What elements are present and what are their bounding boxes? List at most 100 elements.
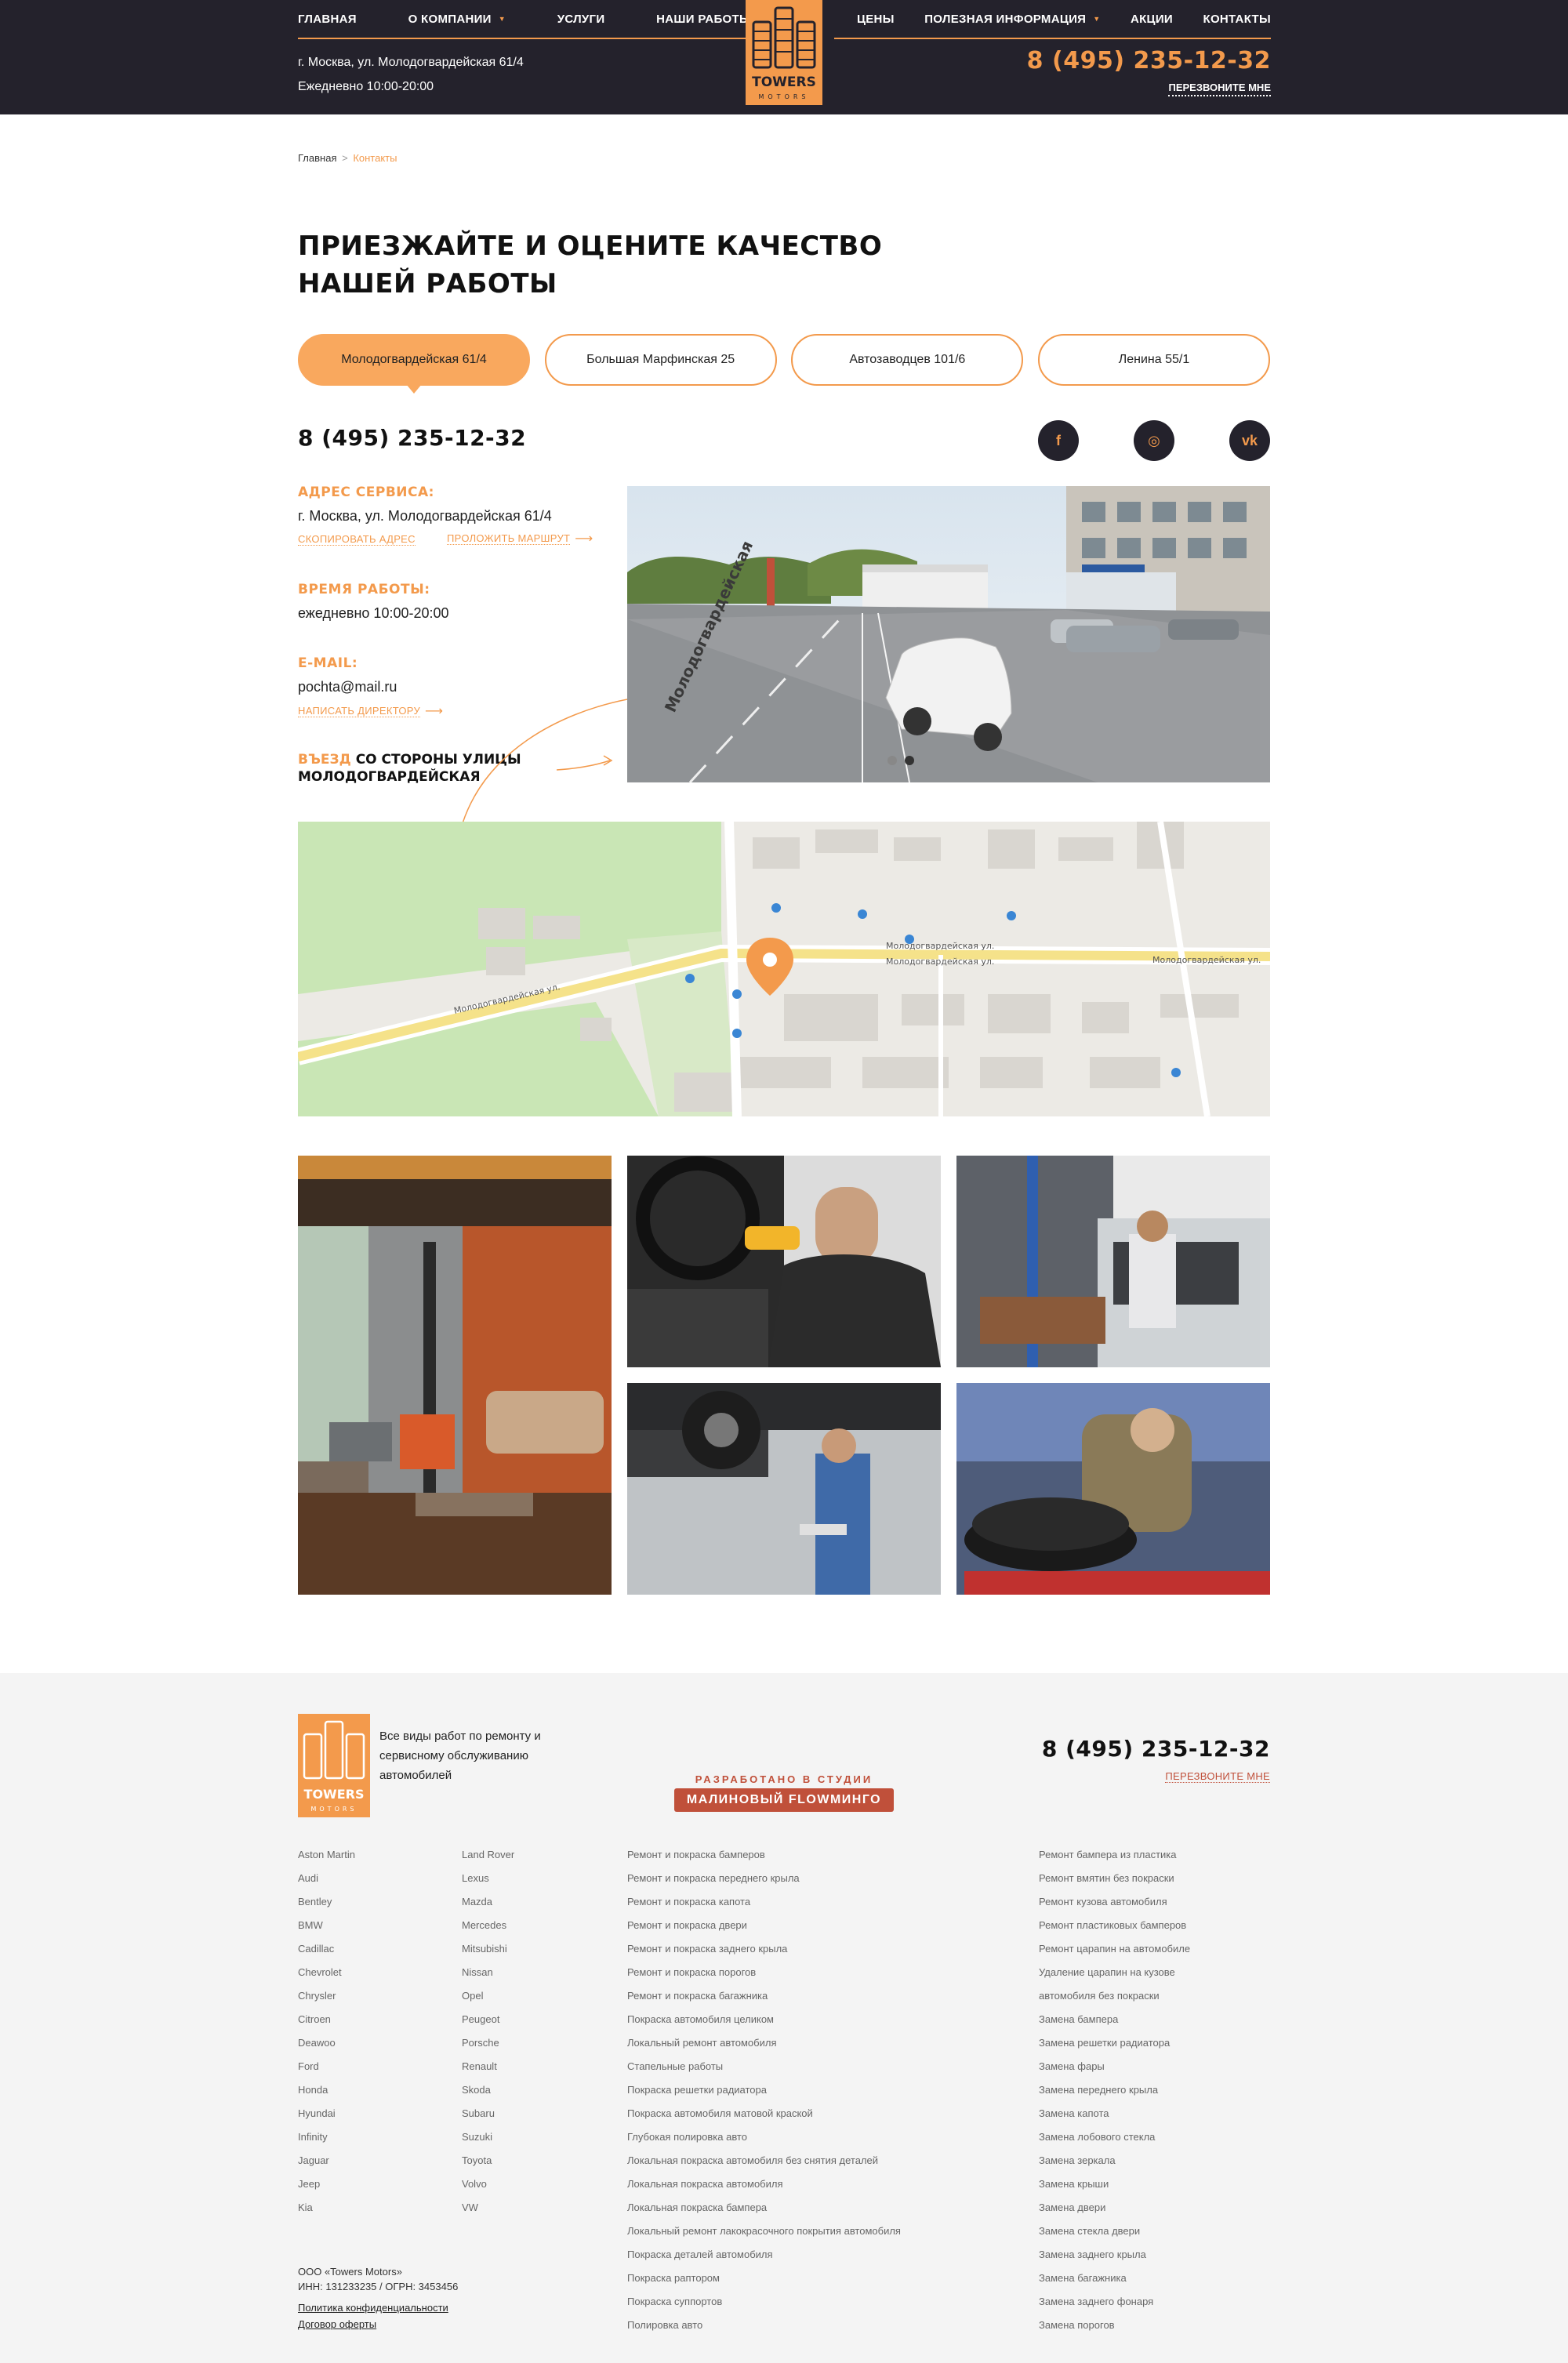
footer-link[interactable]: Ремонт и покраска капота [627, 1894, 901, 1918]
write-director-link[interactable]: НАПИСАТЬ ДИРЕКТОРУ [298, 705, 421, 717]
location-tab[interactable]: Большая Марфинская 25 [544, 334, 777, 386]
footer-link[interactable]: Audi [298, 1871, 355, 1894]
nav-item[interactable]: АКЦИИ [1131, 13, 1173, 26]
footer-link[interactable]: Покраска автомобиля матовой краской [627, 2106, 901, 2129]
email-value[interactable]: pochta@mail.ru [298, 679, 397, 695]
offer-agreement-link[interactable]: Договор оферты [298, 2318, 376, 2330]
vk-icon[interactable]: vk [1229, 420, 1270, 461]
footer-link[interactable]: Citroen [298, 2012, 355, 2035]
nav-item[interactable]: КОНТАКТЫ [1203, 13, 1270, 26]
footer-link[interactable]: Замена переднего крыла [1039, 2082, 1190, 2106]
footer-link[interactable]: Aston Martin [298, 1847, 355, 1871]
footer-link[interactable]: Infinity [298, 2129, 355, 2153]
location-tab[interactable]: Молодогвардейская 61/4 [298, 334, 530, 394]
footer-link[interactable]: Porsche [462, 2035, 514, 2059]
nav-item[interactable]: ПОЛЕЗНАЯ ИНФОРМАЦИЯ ▼ [924, 13, 1100, 26]
header-phone[interactable]: 8 (495) 235-12-32 [1027, 47, 1271, 74]
footer-link[interactable]: Ремонт и покраска багажника [627, 1988, 901, 2012]
footer-link[interactable]: Полировка авто [627, 2318, 901, 2341]
route-link-wrap[interactable]: ПРОЛОЖИТЬ МАРШРУТ ⟶ [447, 531, 593, 546]
footer-link[interactable]: Замена багажника [1039, 2270, 1190, 2294]
footer-link[interactable]: Стапельные работы [627, 2059, 901, 2082]
footer-link[interactable]: Локальная покраска автомобиля без снятия… [627, 2153, 901, 2176]
footer-link[interactable]: Ремонт кузова автомобиля [1039, 1894, 1190, 1918]
footer-link[interactable]: Skoda [462, 2082, 514, 2106]
footer-link[interactable]: Toyota [462, 2153, 514, 2176]
footer-link[interactable]: Chevrolet [298, 1965, 355, 1988]
footer-logo[interactable]: TOWERS MOTORS [298, 1714, 370, 1817]
privacy-policy-link[interactable]: Политика конфиденциальности [298, 2302, 448, 2314]
footer-link[interactable]: Deawoo [298, 2035, 355, 2059]
footer-link[interactable]: Ремонт и покраска заднего крыла [627, 1941, 901, 1965]
header-callback-link[interactable]: ПЕРЕЗВОНИТЕ МНЕ [1168, 82, 1271, 96]
footer-link[interactable]: Land Rover [462, 1847, 514, 1871]
footer-link[interactable]: Ремонт вмятин без покраски [1039, 1871, 1190, 1894]
footer-link[interactable]: Локальный ремонт лакокрасочного покрытия… [627, 2223, 901, 2247]
footer-link[interactable]: Ремонт и покраска бамперов [627, 1847, 901, 1871]
route-link[interactable]: ПРОЛОЖИТЬ МАРШРУТ [447, 532, 571, 545]
footer-link[interactable]: Замена фары [1039, 2059, 1190, 2082]
footer-callback-link[interactable]: ПЕРЕЗВОНИТЕ МНЕ [1165, 1770, 1270, 1783]
towers-logo[interactable]: TOWERS MOTORS [746, 0, 822, 105]
breadcrumb-home[interactable]: Главная [298, 152, 336, 164]
gallery-photo-lounge[interactable] [298, 1156, 612, 1595]
footer-link[interactable]: Mercedes [462, 1918, 514, 1941]
location-tab[interactable]: Ленина 55/1 [1037, 334, 1270, 386]
facebook-icon[interactable]: f [1038, 420, 1079, 461]
footer-link[interactable]: Ремонт и покраска переднего крыла [627, 1871, 901, 1894]
footer-link[interactable]: Bentley [298, 1894, 355, 1918]
footer-link[interactable]: Lexus [462, 1871, 514, 1894]
footer-link[interactable]: Ремонт царапин на автомобиле [1039, 1941, 1190, 1965]
location-map[interactable]: Молодогвардейская ул. Молодогвардейская … [298, 822, 1270, 1116]
footer-link[interactable]: Покраска деталей автомобиля [627, 2247, 901, 2270]
footer-link[interactable]: Замена решетки радиатора [1039, 2035, 1190, 2059]
footer-link[interactable]: Suzuki [462, 2129, 514, 2153]
footer-link[interactable]: Замена капота [1039, 2106, 1190, 2129]
footer-link[interactable]: Замена двери [1039, 2200, 1190, 2223]
footer-link[interactable]: Ремонт и покраска двери [627, 1918, 901, 1941]
footer-link[interactable]: Замена порогов [1039, 2318, 1190, 2341]
footer-link[interactable]: Замена заднего крыла [1039, 2247, 1190, 2270]
gallery-photo-tyre-check[interactable] [956, 1383, 1270, 1595]
footer-link[interactable]: Renault [462, 2059, 514, 2082]
nav-item[interactable]: ГЛАВНАЯ [298, 13, 357, 26]
nav-item[interactable]: УСЛУГИ [557, 13, 605, 26]
nav-item[interactable]: ЦЕНЫ [857, 13, 895, 26]
footer-link[interactable]: автомобиля без покраски [1039, 1988, 1190, 2012]
footer-link[interactable]: Глубокая полировка авто [627, 2129, 901, 2153]
footer-link[interactable]: Ремонт бампера из пластика [1039, 1847, 1190, 1871]
write-director-wrap[interactable]: НАПИСАТЬ ДИРЕКТОРУ ⟶ [298, 703, 443, 719]
nav-item[interactable]: НАШИ РАБОТЫ [656, 13, 751, 26]
footer-link[interactable]: Замена лобового стекла [1039, 2129, 1190, 2153]
footer-link[interactable]: Локальная покраска автомобиля [627, 2176, 901, 2200]
footer-link[interactable]: VW [462, 2200, 514, 2223]
footer-link[interactable]: Локальный ремонт автомобиля [627, 2035, 901, 2059]
footer-link[interactable]: Покраска автомобиля целиком [627, 2012, 901, 2035]
footer-link[interactable]: Ремонт пластиковых бамперов [1039, 1918, 1190, 1941]
footer-link[interactable]: Mazda [462, 1894, 514, 1918]
gallery-photo-lift-inspection[interactable] [627, 1383, 941, 1595]
footer-link[interactable]: Удаление царапин на кузове [1039, 1965, 1190, 1988]
footer-link[interactable]: Покраска решетки радиатора [627, 2082, 901, 2106]
footer-link[interactable]: Honda [298, 2082, 355, 2106]
location-tab[interactable]: Автозаводцев 101/6 [791, 334, 1024, 386]
footer-link[interactable]: Замена заднего фонаря [1039, 2294, 1190, 2318]
footer-link[interactable]: Kia [298, 2200, 355, 2223]
gallery-photo-engine-repair[interactable] [956, 1156, 1270, 1367]
contact-phone[interactable]: 8 (495) 235-12-32 [298, 425, 526, 451]
footer-link[interactable]: Замена крыши [1039, 2176, 1190, 2200]
footer-link[interactable]: Ford [298, 2059, 355, 2082]
footer-link[interactable]: Mitsubishi [462, 1941, 514, 1965]
footer-link[interactable]: Nissan [462, 1965, 514, 1988]
instagram-icon[interactable]: ◎ [1134, 420, 1174, 461]
footer-phone[interactable]: 8 (495) 235-12-32 [1042, 1736, 1270, 1762]
studio-badge[interactable]: РАЗРАБОТАНО В СТУДИИ МАЛИНОВЫЙ FLOWМИНГО [674, 1773, 894, 1812]
footer-link[interactable]: Jaguar [298, 2153, 355, 2176]
nav-item[interactable]: О КОМПАНИИ ▼ [408, 13, 506, 26]
footer-link[interactable]: Замена зеркала [1039, 2153, 1190, 2176]
footer-link[interactable]: Chrysler [298, 1988, 355, 2012]
footer-link[interactable]: Замена стекла двери [1039, 2223, 1190, 2247]
footer-link[interactable]: Opel [462, 1988, 514, 2012]
footer-link[interactable]: Cadillac [298, 1941, 355, 1965]
footer-link[interactable]: Локальная покраска бампера [627, 2200, 901, 2223]
